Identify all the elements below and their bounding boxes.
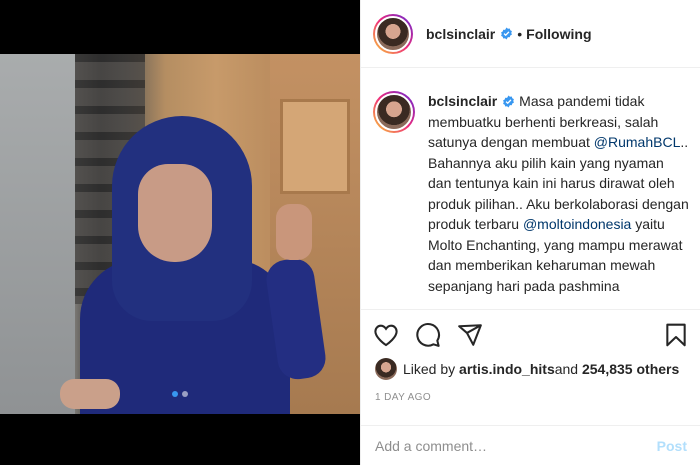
likes-middle: and	[554, 361, 579, 377]
carousel-dot-active	[172, 391, 178, 397]
comment-icon[interactable]	[415, 322, 441, 348]
likes-prefix: Liked by	[403, 361, 456, 377]
mention-link[interactable]: @RumahBCL	[594, 134, 681, 150]
verified-badge-icon	[503, 95, 515, 108]
caption-avatar[interactable]	[373, 91, 415, 133]
save-bookmark-icon[interactable]	[663, 322, 689, 348]
liker-avatar	[375, 358, 397, 380]
action-bar	[361, 309, 700, 361]
carousel-indicator	[0, 391, 360, 397]
comment-bar: Post	[361, 425, 700, 465]
post-timestamp[interactable]: 1 DAY AGO	[375, 392, 431, 403]
photo-background	[0, 54, 75, 414]
post-media	[0, 0, 360, 465]
photo-subject	[276, 204, 312, 260]
header-username[interactable]: bclsinclair	[426, 26, 495, 42]
avatar-image	[375, 15, 411, 52]
mention-link[interactable]: @moltoindonesia	[523, 216, 631, 232]
likes-count[interactable]: 254,835 others	[582, 361, 679, 377]
liker-username[interactable]: artis.indo_hits	[459, 361, 555, 377]
post-sidebar: bclsinclair • Following bclsinclair Masa…	[360, 0, 700, 465]
photo-subject	[138, 164, 212, 262]
post-comment-button[interactable]: Post	[657, 438, 687, 454]
caption-section: bclsinclair Masa pandemi tidak membuatku…	[361, 69, 700, 309]
carousel-dot	[182, 391, 188, 397]
comment-input[interactable]	[375, 437, 657, 454]
avatar[interactable]	[373, 13, 413, 54]
separator: •	[517, 25, 523, 42]
share-send-icon[interactable]	[457, 322, 483, 348]
likes-summary: Liked by artis.indo_hits and 254,835 oth…	[375, 358, 679, 380]
like-heart-icon[interactable]	[373, 322, 399, 348]
verified-badge-icon	[501, 27, 513, 40]
following-button[interactable]: Following	[526, 26, 591, 42]
photo-background	[280, 99, 350, 194]
caption-username[interactable]: bclsinclair	[428, 93, 497, 109]
avatar-image	[375, 93, 413, 131]
post-header: bclsinclair • Following	[361, 0, 700, 68]
post-photo[interactable]	[0, 54, 360, 414]
caption-text: bclsinclair Masa pandemi tidak membuatku…	[428, 91, 689, 309]
